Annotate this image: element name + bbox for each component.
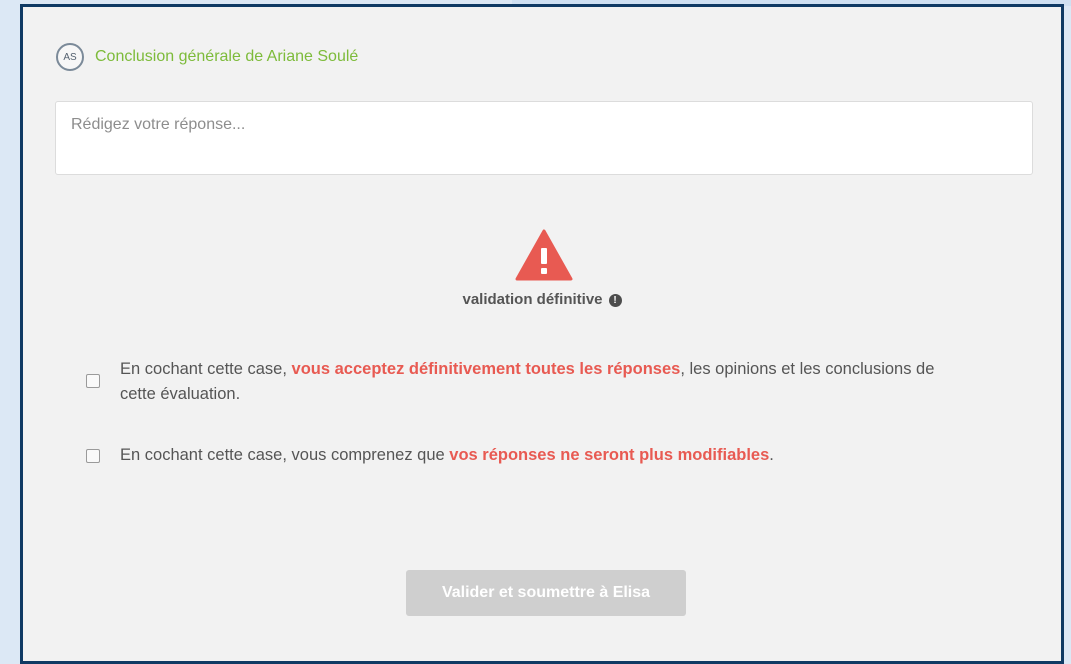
warning-triangle-icon — [515, 229, 573, 281]
not-modifiable-text: En cochant cette case, vous comprenez qu… — [120, 443, 774, 468]
validation-label: validation définitive — [462, 291, 603, 308]
validation-heading: validation définitive! — [23, 291, 1061, 308]
accept-emphasis: vous acceptez définitivement toutes les … — [291, 360, 681, 378]
conclusion-title: Conclusion générale de Ariane Soulé — [95, 48, 359, 65]
accept-text-start: En cochant cette case, — [120, 360, 292, 378]
conclusion-header: AS Conclusion générale de Ariane Soulé — [56, 43, 358, 71]
accept-responses-text: En cochant cette case, vous acceptez déf… — [120, 357, 946, 407]
not-modifiable-emphasis: vos réponses ne seront plus modifiables — [449, 446, 770, 464]
submit-button[interactable]: Valider et soumettre à Elisa — [406, 570, 686, 616]
conclusion-panel: AS Conclusion générale de Ariane Soulé R… — [20, 4, 1064, 664]
info-circle-icon[interactable]: ! — [608, 294, 622, 307]
not-modifiable-checkbox[interactable] — [86, 449, 100, 463]
reply-placeholder: Rédigez votre réponse... — [71, 116, 246, 133]
reply-input[interactable]: Rédigez votre réponse... — [55, 101, 1033, 175]
avatar: AS — [56, 43, 84, 71]
accept-responses-option: En cochant cette case, vous acceptez déf… — [86, 357, 946, 407]
not-modifiable-text-end: . — [769, 446, 774, 464]
not-modifiable-text-start: En cochant cette case, vous comprenez qu… — [120, 446, 450, 464]
not-modifiable-option: En cochant cette case, vous comprenez qu… — [86, 443, 946, 468]
accept-responses-checkbox[interactable] — [86, 374, 100, 388]
